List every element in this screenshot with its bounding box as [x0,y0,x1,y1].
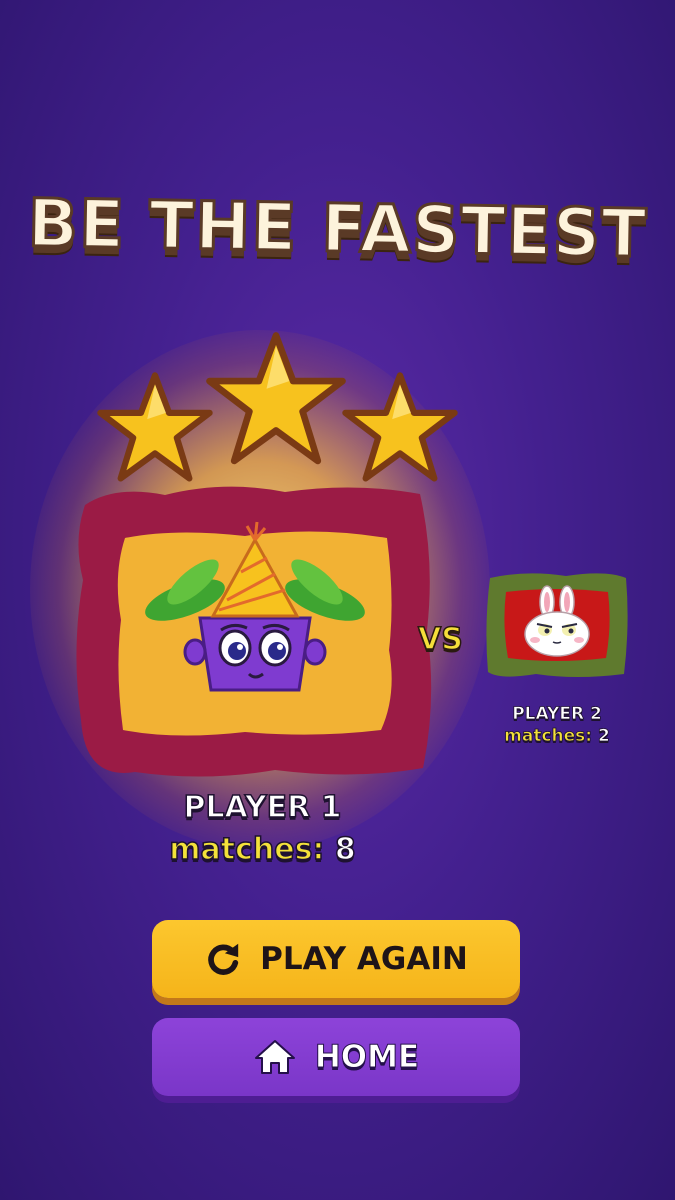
player2-matches: matches: 2 [486,726,628,747]
player1-matches: matches: 8 [0,831,525,868]
star-icon [97,372,213,482]
home-button[interactable]: HOME [152,1018,520,1096]
star-icon [342,372,458,482]
star-rating [97,332,458,482]
play-again-button[interactable]: PLAY AGAIN [152,920,520,998]
play-again-label: PLAY AGAIN [260,941,468,977]
home-label: HOME [314,1039,420,1076]
player1-avatar [76,486,432,777]
player2-avatar [486,573,628,677]
player1-matches-label: matches: [168,831,325,868]
home-icon [253,1038,297,1076]
player1-matches-value: 8 [334,831,356,868]
player1-name: PLAYER 1 [183,789,343,826]
player2-name: PLAYER 2 [512,704,602,725]
player2-matches-value: 2 [598,726,611,747]
versus-label: VS [417,621,463,658]
page-title: BE THE FASTEST [26,183,650,274]
restart-icon [204,940,242,978]
player2-matches-label: matches: [504,726,593,747]
star-icon [206,332,346,465]
